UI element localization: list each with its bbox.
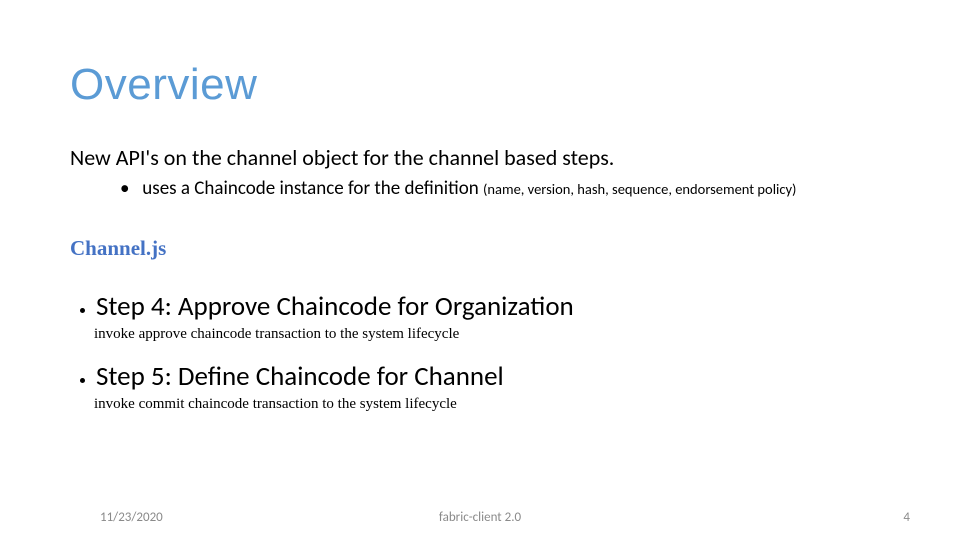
list-item: Step 4: Approve Chaincode for Organizati…: [96, 291, 890, 343]
intro-sub-line: • uses a Chaincode instance for the defi…: [120, 177, 890, 202]
intro-sub-text: uses a Chaincode instance for the defini…: [142, 177, 483, 200]
intro-line: New API's on the channel object for the …: [70, 144, 890, 171]
step-head: Step 5: Define Chaincode for Channel: [96, 361, 890, 392]
footer-page: 4: [903, 510, 910, 525]
file-label: Channel.js: [70, 236, 890, 261]
bullet-icon: •: [120, 177, 138, 202]
list-item: Step 5: Define Chaincode for Channel inv…: [96, 361, 890, 413]
slide-title: Overview: [70, 60, 890, 110]
step-sub: invoke commit chaincode transaction to t…: [94, 396, 890, 413]
step-head: Step 4: Approve Chaincode for Organizati…: [96, 291, 890, 322]
intro-sub-annot: (name, version, hash, sequence, endorsem…: [483, 180, 796, 198]
step-sub: invoke approve chaincode transaction to …: [94, 326, 890, 343]
footer-center: fabric-client 2.0: [0, 510, 960, 525]
slide: Overview New API's on the channel object…: [0, 0, 960, 540]
steps-list: Step 4: Approve Chaincode for Organizati…: [70, 291, 890, 413]
